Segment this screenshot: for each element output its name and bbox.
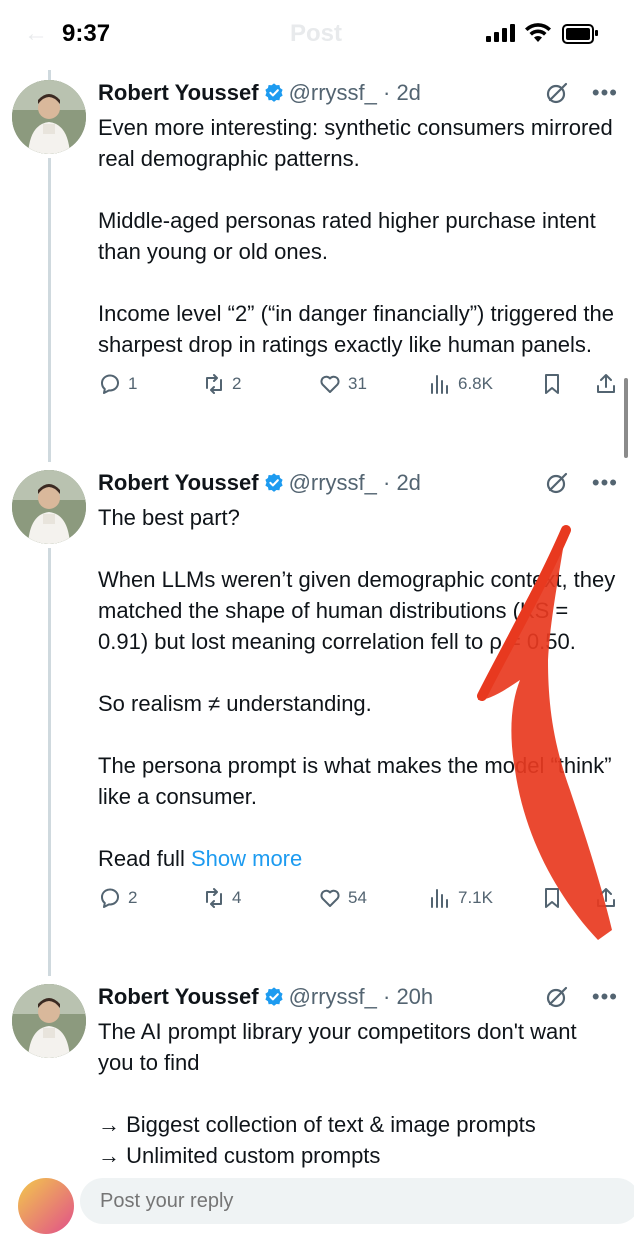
author-name[interactable]: Robert Youssef [98, 984, 259, 1009]
bookmark-icon [545, 374, 559, 394]
views-button[interactable]: 6.8K [428, 372, 493, 396]
reply-compose-bar [0, 1170, 634, 1234]
thread-line [48, 548, 51, 976]
tweet-paragraph: → Biggest collection of text & image pro… [98, 1112, 536, 1168]
tweet-paragraph: Middle-aged personas rated higher purcha… [98, 208, 596, 264]
more-icon[interactable]: ••• [592, 984, 618, 1010]
battery-icon [562, 24, 598, 44]
repost-button[interactable]: 2 [202, 372, 241, 396]
grok-icon[interactable] [544, 80, 570, 106]
views-count: 6.8K [458, 374, 493, 393]
bookmark-button[interactable] [540, 886, 564, 910]
bookmark-icon [545, 888, 559, 908]
scrollbar[interactable] [624, 378, 628, 458]
wifi-icon [525, 23, 551, 42]
author-handle-time[interactable]: @rryssf_ · 2d [289, 80, 421, 105]
verified-badge-icon [264, 473, 283, 492]
tweet-paragraph: The AI prompt library your competitors d… [98, 1019, 577, 1075]
views-icon [431, 889, 448, 908]
author-name[interactable]: Robert Youssef [98, 80, 259, 105]
avatar[interactable] [12, 80, 86, 154]
tweet-text: The AI prompt library your competitors d… [98, 1016, 618, 1171]
reply-icon [100, 374, 119, 394]
thread-line [48, 70, 51, 80]
tweet-paragraph: When LLMs weren’t given demographic cont… [98, 567, 616, 654]
like-button[interactable]: 54 [318, 886, 367, 910]
repost-count: 4 [232, 888, 242, 907]
like-icon [320, 375, 340, 393]
read-full-text: Read full [98, 846, 185, 871]
action-bar: 2 4 54 7.1K [98, 886, 618, 920]
tweet-paragraph: Even more interesting: synthetic consume… [98, 115, 613, 171]
bookmark-button[interactable] [540, 372, 564, 396]
tweet-text: The best part? When LLMs weren’t given d… [98, 502, 618, 874]
reply-count: 2 [128, 888, 138, 907]
grok-icon[interactable] [544, 984, 570, 1010]
tweet-paragraph: So realism ≠ understanding. [98, 691, 372, 716]
views-count: 7.1K [458, 888, 493, 907]
avatar-photo [12, 984, 86, 1058]
avatar-photo [12, 80, 86, 154]
share-icon [597, 888, 615, 907]
share-button[interactable] [594, 372, 618, 396]
repost-button[interactable]: 4 [202, 886, 241, 910]
my-avatar[interactable] [18, 1178, 74, 1234]
author-handle-time[interactable]: @rryssf_ · 20h [289, 984, 434, 1009]
page-title: Post [290, 20, 343, 47]
like-button[interactable]: 31 [318, 372, 367, 396]
repost-icon [206, 374, 222, 394]
status-bar: ← 9:37 Post [0, 0, 634, 70]
share-icon [597, 374, 615, 393]
like-count: 54 [348, 888, 367, 907]
reply-count: 1 [128, 374, 138, 393]
more-icon[interactable]: ••• [592, 470, 618, 496]
tweet-paragraph: The best part? [98, 505, 240, 530]
read-full-line: Read full Show more [98, 843, 618, 874]
reply-icon [100, 888, 119, 908]
author-handle-time[interactable]: @rryssf_ · 2d [289, 470, 421, 495]
verified-badge-icon [264, 83, 283, 102]
author-name[interactable]: Robert Youssef [98, 470, 259, 495]
avatar[interactable] [12, 984, 86, 1058]
tweet-paragraph: Income level “2” (“in danger financially… [98, 301, 615, 357]
tweet-text: Even more interesting: synthetic consume… [98, 112, 618, 360]
reply-button[interactable]: 2 [98, 886, 137, 910]
avatar[interactable] [12, 470, 86, 544]
thread-line [48, 158, 51, 462]
status-time: 9:37 [62, 20, 111, 47]
cellular-signal-icon [486, 24, 516, 42]
repost-count: 2 [232, 374, 242, 393]
avatar-photo [12, 470, 86, 544]
like-count: 31 [348, 374, 367, 393]
views-icon [431, 375, 448, 394]
like-icon [320, 889, 340, 907]
reply-input[interactable] [80, 1178, 634, 1224]
verified-badge-icon [264, 987, 283, 1006]
show-more-link[interactable]: Show more [191, 846, 302, 871]
reply-button[interactable]: 1 [98, 372, 137, 396]
more-icon[interactable]: ••• [592, 80, 618, 106]
share-button[interactable] [594, 886, 618, 910]
back-arrow-icon[interactable]: ← [24, 20, 48, 48]
views-button[interactable]: 7.1K [428, 886, 493, 910]
grok-icon[interactable] [544, 470, 570, 496]
tweet-paragraph: The persona prompt is what makes the mod… [98, 753, 612, 809]
action-bar: 1 2 31 6.8K [98, 372, 618, 406]
repost-icon [206, 888, 222, 908]
